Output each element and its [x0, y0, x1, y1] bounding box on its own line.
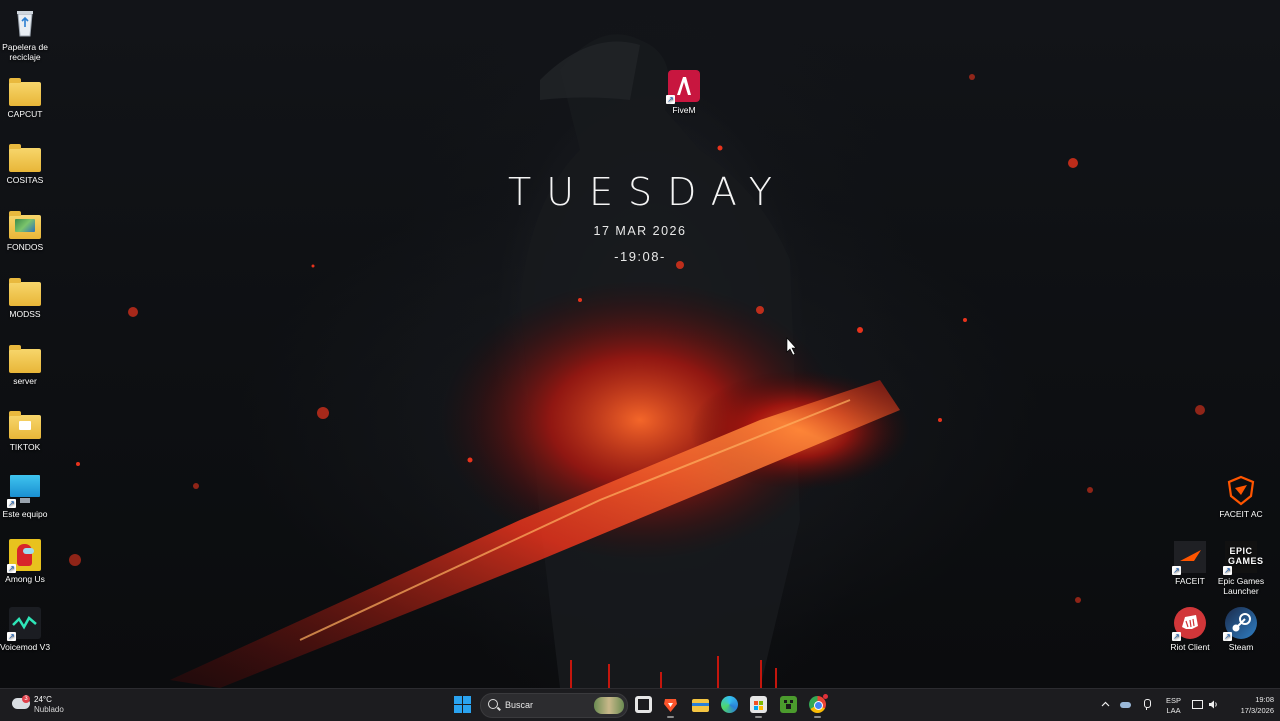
folder-icon: [9, 411, 41, 439]
windows-logo-icon: [454, 696, 462, 704]
minecraft-icon[interactable]: [780, 696, 797, 713]
desktop-icon-label: Este equipo: [2, 509, 48, 519]
desktop-icon-label: Voicemod V3: [0, 642, 51, 652]
desktop-icon-epic-games[interactable]: EPIC GAMES Epic Games Launcher: [1209, 541, 1273, 596]
desktop-icon-steam[interactable]: Steam: [1209, 607, 1273, 652]
volume-icon[interactable]: [1208, 699, 1219, 710]
file-explorer-icon[interactable]: [692, 696, 709, 713]
desktop-icon-server[interactable]: server: [0, 343, 57, 386]
voicemod-icon: [7, 607, 41, 641]
desktop-icon-label: FONDOS: [6, 242, 44, 252]
edge-icon[interactable]: [721, 696, 738, 713]
desktop-icon-fivem[interactable]: FiveM: [652, 70, 716, 115]
notification-badge: 3: [22, 695, 30, 703]
folder-icon: [9, 211, 41, 239]
clock-widget: TUESDAY 17 MAR 2026 -19:08-: [440, 170, 840, 264]
desktop-icon-cositas[interactable]: COSITAS: [0, 142, 57, 185]
time-text: -19:08-: [614, 249, 666, 264]
desktop-icon-modss[interactable]: MODSS: [0, 276, 57, 319]
chrome-icon[interactable]: [809, 694, 828, 718]
windows-logo-icon: [463, 705, 471, 713]
epic-games-icon: EPIC GAMES: [1223, 541, 1264, 575]
input-language-indicator[interactable]: ESP LAA: [1166, 696, 1181, 716]
desktop-icon-label: FiveM: [672, 105, 696, 115]
desktop-icon-label: MODSS: [9, 309, 41, 319]
windows-logo-icon: [454, 705, 462, 713]
brave-icon[interactable]: [662, 696, 679, 718]
folder-icon: [9, 345, 41, 373]
desktop-icon-among-us[interactable]: Among Us: [0, 539, 57, 584]
desktop-icon-label: Among Us: [5, 574, 45, 584]
taskbar-search-box[interactable]: Buscar: [480, 693, 628, 718]
among-us-icon: [7, 539, 41, 573]
desktop-icon-este-equipo[interactable]: Este equipo: [0, 474, 57, 519]
weather-condition: Nublado: [34, 705, 64, 714]
faceit-ac-icon: [1225, 474, 1257, 506]
monitor-icon: [7, 474, 41, 508]
store-icon[interactable]: [750, 696, 767, 718]
windows-start-button[interactable]: [454, 696, 471, 713]
task-view-icon[interactable]: [635, 696, 652, 713]
windows-logo-icon: [463, 696, 471, 704]
epic-logo-text: EPIC GAMES: [1228, 546, 1264, 566]
search-placeholder: Buscar: [505, 700, 534, 710]
desktop-icon-label: COSITAS: [6, 175, 44, 185]
system-tray: ESP LAA 19:08 17/3/2026: [1098, 689, 1280, 721]
chevron-up-icon[interactable]: [1100, 699, 1111, 710]
network-icon[interactable]: [1192, 699, 1203, 710]
weather-temperature: 24°C: [34, 695, 52, 704]
clock-date: 17/3/2026: [1240, 706, 1274, 715]
date-text: 17 MAR 2026: [593, 224, 687, 238]
folder-icon: [9, 78, 41, 106]
desktop-icon-voicemod[interactable]: Voicemod V3: [0, 607, 57, 652]
desktop-icon-label: FACEIT AC: [1219, 509, 1263, 519]
faceit-icon: [1172, 541, 1206, 575]
desktop-icon-capcut[interactable]: CAPCUT: [0, 76, 57, 119]
desktop-icon-label: server: [13, 376, 37, 386]
desktop-icon-label: CAPCUT: [7, 109, 43, 119]
riot-client-icon: [1172, 607, 1206, 641]
desktop-wallpaper: TUESDAY 17 MAR 2026 -19:08- Papelera de …: [0, 0, 1280, 688]
search-icon: [488, 699, 498, 709]
fire-soldier-artwork: [69, 34, 1205, 688]
desktop-icon-fondos[interactable]: FONDOS: [0, 209, 57, 252]
taskbar-clock[interactable]: 19:08 17/3/2026: [1230, 694, 1274, 716]
desktop-icon-faceit-ac[interactable]: FACEIT AC: [1209, 474, 1273, 519]
desktop-icon-label: Steam: [1228, 642, 1254, 652]
folder-icon: [9, 144, 41, 172]
fivem-icon: [666, 70, 700, 104]
onedrive-icon[interactable]: [1120, 699, 1131, 710]
taskbar: 3 24°C Nublado Buscar ESP LAA 19:08 17/3…: [0, 688, 1280, 721]
microphone-icon[interactable]: [1141, 699, 1152, 710]
steam-icon: [1223, 607, 1257, 641]
weather-widget[interactable]: 3 24°C Nublado: [10, 694, 90, 716]
keyboard-layout: LAA: [1166, 706, 1181, 715]
folder-icon: [9, 278, 41, 306]
desktop-icon-recycle-bin[interactable]: Papelera de reciclaje: [0, 7, 57, 62]
desktop-icon-label: Papelera de reciclaje: [2, 42, 48, 62]
recycle-bin-icon: [9, 7, 41, 39]
search-highlight-image: [594, 697, 624, 714]
clock-time: 19:08: [1255, 695, 1274, 704]
language-code: ESP: [1166, 696, 1182, 705]
weekday-text: TUESDAY: [507, 170, 787, 214]
desktop-icon-label: Epic Games Launcher: [1217, 576, 1265, 596]
desktop-icon-tiktok[interactable]: TIKTOK: [0, 409, 57, 452]
desktop-icon-label: TIKTOK: [9, 442, 41, 452]
